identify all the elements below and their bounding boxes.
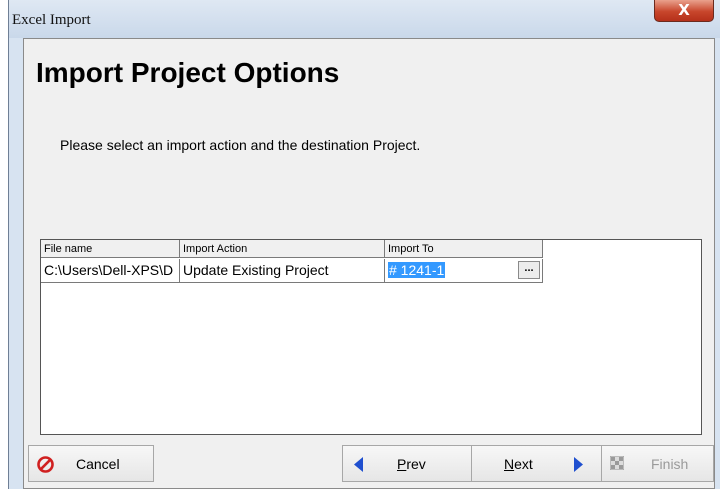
cancel-label: Cancel bbox=[76, 456, 120, 472]
next-label: Next bbox=[504, 456, 533, 472]
excel-import-window: Excel Import X Import Project Options Pl… bbox=[8, 0, 720, 489]
import-action-cell[interactable]: Update Existing Project bbox=[180, 259, 385, 283]
arrow-right-icon bbox=[574, 457, 583, 472]
page-title: Import Project Options bbox=[36, 57, 340, 88]
prev-label: Prev bbox=[397, 456, 426, 472]
checkered-flag-icon bbox=[610, 456, 624, 470]
file-name-cell[interactable]: C:\Users\Dell-XPS\D bbox=[41, 259, 180, 283]
prev-button[interactable]: Prev bbox=[342, 445, 472, 482]
grid-header: File name Import Action Import To bbox=[41, 240, 543, 258]
cancel-button[interactable]: Cancel bbox=[28, 445, 154, 482]
close-icon: X bbox=[678, 1, 690, 19]
import-grid: File name Import Action Import To C:\Use… bbox=[40, 239, 702, 435]
column-header-import-to[interactable]: Import To bbox=[385, 240, 543, 258]
arrow-left-icon bbox=[354, 457, 363, 472]
table-row[interactable]: C:\Users\Dell-XPS\D Update Existing Proj… bbox=[41, 259, 543, 283]
next-button[interactable]: Next bbox=[471, 445, 602, 482]
window-title: Excel Import bbox=[12, 12, 91, 28]
instruction-text: Please select an import action and the d… bbox=[60, 137, 421, 153]
finish-button[interactable]: Finish bbox=[601, 445, 714, 482]
title-bar: Excel Import X bbox=[9, 0, 720, 38]
import-to-cell[interactable]: # 1241-1 ... bbox=[385, 259, 543, 283]
column-header-import-action[interactable]: Import Action bbox=[180, 240, 385, 258]
cancel-icon bbox=[37, 456, 54, 473]
column-header-file-name[interactable]: File name bbox=[41, 240, 180, 258]
close-button[interactable]: X bbox=[654, 0, 714, 22]
finish-label: Finish bbox=[651, 456, 689, 472]
browse-button[interactable]: ... bbox=[518, 261, 540, 279]
import-to-input[interactable]: # 1241-1 bbox=[388, 262, 446, 278]
dialog-content: Import Project Options Please select an … bbox=[23, 38, 715, 489]
